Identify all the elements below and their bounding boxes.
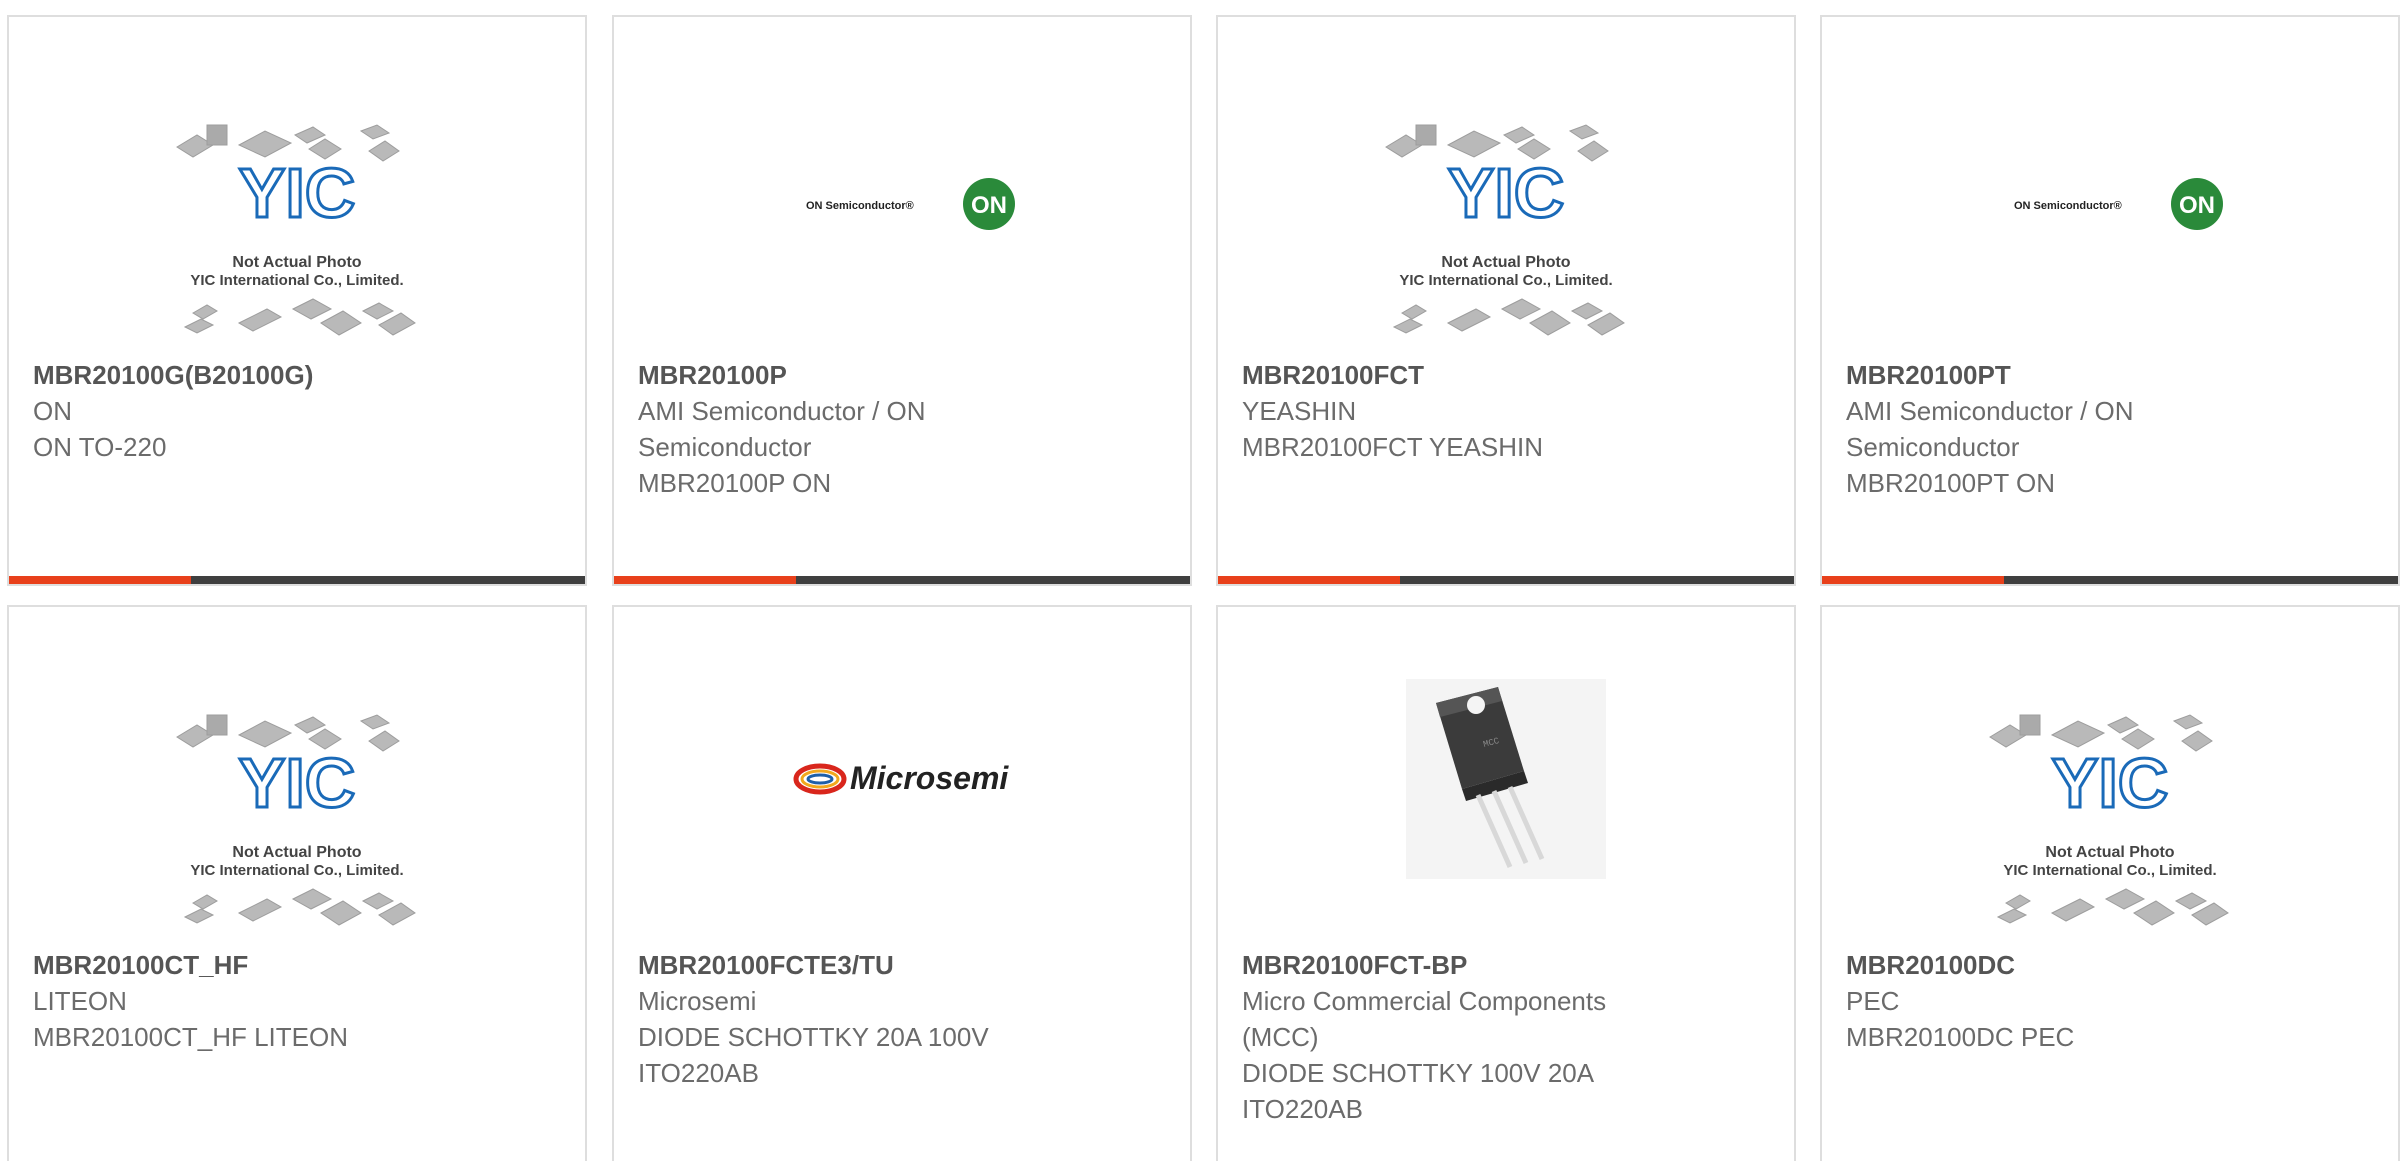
yic-logo-icon: YIC	[239, 744, 356, 822]
manufacturer: ON	[33, 396, 72, 426]
svg-text:Not Actual Photo: Not Actual Photo	[2045, 844, 2174, 861]
svg-text:YIC International Co., Limited: YIC International Co., Limited.	[2003, 862, 2216, 879]
part-number-link[interactable]: MBR20100P	[638, 357, 1166, 393]
svg-text:Not Actual Photo: Not Actual Photo	[1441, 254, 1570, 271]
svg-text:YIC International Co., Limited: YIC International Co., Limited.	[1399, 272, 1612, 289]
product-info: MBR20100P AMI Semiconductor / ON Semicon…	[638, 357, 1166, 501]
yic-placeholder-image: YIC Not Actual Photo YIC International C…	[1385, 124, 1625, 336]
product-image[interactable]: YIC Not Actual Photo YIC International C…	[1218, 17, 1794, 347]
product-image[interactable]: ON Semiconductor® ON	[1822, 17, 2398, 347]
description: MBR20100CT_HF LITEON	[33, 1022, 348, 1052]
yic-logo-icon: YIC	[1448, 154, 1565, 232]
product-card[interactable]: YIC Not Actual Photo YIC International C…	[1820, 605, 2400, 1161]
svg-text:YIC International Co., Limited: YIC International Co., Limited.	[190, 272, 403, 289]
part-number-link[interactable]: MBR20100CT_HF	[33, 947, 561, 983]
yic-logo-icon: YIC	[2052, 744, 2169, 822]
svg-text:ON Semiconductor®: ON Semiconductor®	[2014, 200, 2122, 212]
microsemi-logo-icon	[793, 763, 847, 795]
manufacturer: AMI Semiconductor / ON Semiconductor	[638, 396, 926, 462]
part-number-link[interactable]: MBR20100FCTE3/TU	[638, 947, 1166, 983]
yic-placeholder-image: YIC Not Actual Photo YIC International C…	[1989, 714, 2229, 926]
product-info: MBR20100DC PEC MBR20100DC PEC	[1846, 947, 2374, 1055]
product-card[interactable]: ON Semiconductor® ON MBR20100P AMI Semic…	[612, 15, 1192, 586]
card-bottom-bar	[1218, 576, 1794, 584]
manufacturer: LITEON	[33, 986, 127, 1016]
description: ON TO-220	[33, 432, 167, 462]
product-card[interactable]: YIC Not Actual Photo YIC International C…	[7, 15, 587, 586]
product-image[interactable]: Microsemi	[614, 607, 1190, 937]
on-semiconductor-logo-image: ON Semiconductor® ON	[806, 178, 1015, 230]
svg-text:Microsemi: Microsemi	[850, 760, 1009, 796]
product-card[interactable]: ON Semiconductor® ON MBR20100PT AMI Semi…	[1820, 15, 2400, 586]
product-card[interactable]: YIC Not Actual Photo YIC International C…	[1216, 15, 1796, 586]
manufacturer: PEC	[1846, 986, 1900, 1016]
product-card[interactable]: Microsemi MBR20100FCTE3/TU Microsemi DIO…	[612, 605, 1192, 1161]
manufacturer: Micro Commercial Components (MCC)	[1242, 986, 1607, 1052]
part-number-link[interactable]: MBR20100PT	[1846, 357, 2374, 393]
manufacturer: AMI Semiconductor / ON Semiconductor	[1846, 396, 2134, 462]
svg-text:ON: ON	[971, 192, 1007, 219]
card-accent-bar	[1822, 576, 2004, 584]
part-number-link[interactable]: MBR20100G(B20100G)	[33, 357, 561, 393]
product-card[interactable]: MCC MBR20100FCT-BP Micro Commercial Comp…	[1216, 605, 1796, 1161]
part-number-link[interactable]: MBR20100FCT-BP	[1242, 947, 1770, 983]
product-image[interactable]: ON Semiconductor® ON	[614, 17, 1190, 347]
card-accent-bar	[9, 576, 191, 584]
product-info: MBR20100CT_HF LITEON MBR20100CT_HF LITEO…	[33, 947, 561, 1055]
manufacturer: YEASHIN	[1242, 396, 1357, 426]
card-accent-bar	[614, 576, 796, 584]
card-accent-bar	[1218, 576, 1400, 584]
yic-placeholder-image: YIC Not Actual Photo YIC International C…	[176, 124, 416, 336]
product-grid: YIC Not Actual Photo YIC International C…	[0, 0, 2400, 1161]
description: DIODE SCHOTTKY 100V 20A ITO220AB	[1242, 1058, 1593, 1124]
product-card[interactable]: YIC Not Actual Photo YIC International C…	[7, 605, 587, 1161]
product-image[interactable]: YIC Not Actual Photo YIC International C…	[9, 17, 585, 347]
on-semiconductor-logo-image: ON Semiconductor® ON	[2014, 178, 2223, 230]
yic-placeholder-image: YIC Not Actual Photo YIC International C…	[176, 714, 416, 926]
svg-text:Not Actual Photo: Not Actual Photo	[232, 844, 361, 861]
svg-text:ON Semiconductor®: ON Semiconductor®	[806, 200, 914, 212]
description: DIODE SCHOTTKY 20A 100V ITO220AB	[638, 1022, 989, 1088]
part-number-link[interactable]: MBR20100DC	[1846, 947, 2374, 983]
microsemi-logo-image: Microsemi	[793, 760, 1009, 796]
product-info: MBR20100G(B20100G) ON ON TO-220	[33, 357, 561, 465]
product-image[interactable]: YIC Not Actual Photo YIC International C…	[9, 607, 585, 937]
product-info: MBR20100FCT YEASHIN MBR20100FCT YEASHIN	[1242, 357, 1770, 465]
yic-logo-icon: YIC	[239, 154, 356, 232]
to220-component-photo: MCC	[1406, 679, 1606, 879]
description: MBR20100P ON	[638, 468, 832, 498]
description: MBR20100PT ON	[1846, 468, 2056, 498]
svg-text:Not Actual Photo: Not Actual Photo	[232, 254, 361, 271]
manufacturer: Microsemi	[638, 986, 757, 1016]
product-image[interactable]: YIC Not Actual Photo YIC International C…	[1822, 607, 2398, 937]
part-number-link[interactable]: MBR20100FCT	[1242, 357, 1770, 393]
product-info: MBR20100PT AMI Semiconductor / ON Semico…	[1846, 357, 2374, 501]
svg-text:ON: ON	[2179, 192, 2215, 219]
card-bottom-bar	[9, 576, 585, 584]
product-info: MBR20100FCTE3/TU Microsemi DIODE SCHOTTK…	[638, 947, 1166, 1091]
card-bottom-bar	[614, 576, 1190, 584]
card-bottom-bar	[1822, 576, 2398, 584]
description: MBR20100DC PEC	[1846, 1022, 2075, 1052]
svg-text:YIC International Co., Limited: YIC International Co., Limited.	[190, 862, 403, 879]
description: MBR20100FCT YEASHIN	[1242, 432, 1544, 462]
product-info: MBR20100FCT-BP Micro Commercial Componen…	[1242, 947, 1770, 1127]
product-image[interactable]: MCC	[1218, 607, 1794, 937]
